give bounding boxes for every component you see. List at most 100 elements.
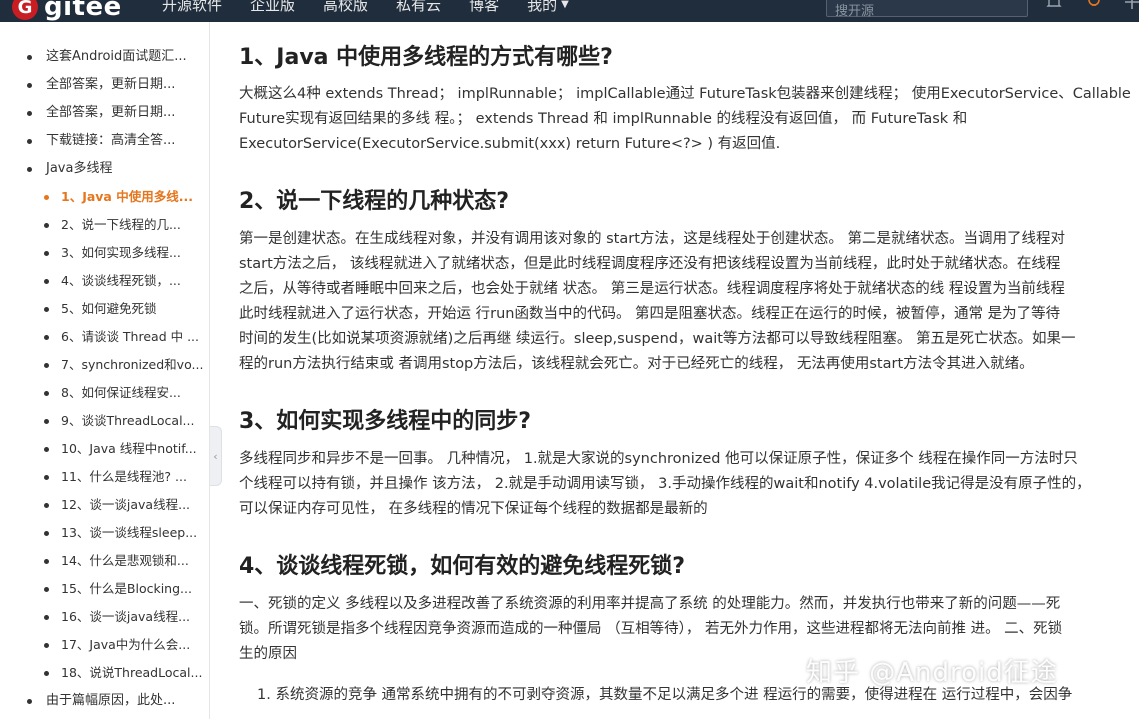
bullet-dot-icon <box>44 279 49 284</box>
toc-item[interactable]: 11、什么是线程池? ... <box>0 463 209 491</box>
gitee-logo-text: gitee <box>44 0 122 22</box>
body-line: 可以保证内存可见性， 在多线程的情况下保证每个线程的数据都是最新的 <box>239 501 708 517</box>
bullet-dot-icon <box>44 531 49 536</box>
article-content: 1、Java 中使用多线程的方式有哪些? 大概这么4种 extends Thre… <box>239 22 1139 719</box>
toc-list: 这套Android面试题汇... 全部答案，更新日期... 全部答案，更新日期...… <box>0 22 209 715</box>
body-line: 一、死锁的定义 多线程以及多进程改善了系统资源的利用率并提高了系统 的处理能力。… <box>239 596 1061 612</box>
toc-item[interactable]: 这套Android面试题汇... <box>0 43 209 71</box>
bullet-dot-icon <box>44 559 49 564</box>
toc-item[interactable]: 15、什么是Blocking... <box>0 575 209 603</box>
body-line: 此时线程就进入了运行状态，开始运 行run函数当中的代码。 第四是阻塞状态。线程… <box>239 306 1061 322</box>
toc-item[interactable]: 7、synchronized和vo... <box>0 351 209 379</box>
bullet-dot-icon <box>44 419 49 424</box>
toc-item[interactable]: 16、谈一谈java线程... <box>0 603 209 631</box>
sidebar-collapse-toggle[interactable]: ‹ <box>210 426 222 486</box>
body-line: start方法之后， 该线程就进入了就绪状态，但是此时线程调度程序还没有把该线程… <box>239 256 1061 272</box>
bullet-dot-icon <box>27 55 32 60</box>
toc-item-label: 7、synchronized和vo... <box>61 357 204 372</box>
toc-item[interactable]: 8、如何保证线程安... <box>0 379 209 407</box>
toc-item-label: 2、说一下线程的几... <box>61 217 181 232</box>
chevron-down-icon: ▼ <box>561 0 569 10</box>
toc-item-label: 12、谈一谈java线程... <box>61 497 191 512</box>
bullet-dot-icon <box>44 335 49 340</box>
toc-item[interactable]: 由于篇幅原因，此处... <box>0 687 209 715</box>
toc-item[interactable]: 13、谈一谈线程sleep... <box>0 519 209 547</box>
toc-item[interactable]: 全部答案，更新日期... <box>0 71 209 99</box>
toc-item[interactable]: 3、如何实现多线程... <box>0 239 209 267</box>
nav-blog[interactable]: 博客 <box>469 0 499 15</box>
top-navigation-bar: G gitee 开源软件 企业版 高校版 私有云 博客 我的 ▼ 搜开源 <box>0 0 1139 22</box>
bullet-dot-icon <box>44 363 49 368</box>
section-body-1: 大概这么4种 extends Thread； implRunnable； imp… <box>239 82 1139 157</box>
toc-sidebar: 这套Android面试题汇... 全部答案，更新日期... 全部答案，更新日期...… <box>0 22 210 719</box>
section-body-3: 多线程同步和异步不是一回事。 几种情况， 1.就是大家说的synchronize… <box>239 447 1139 522</box>
bullet-dot-icon <box>44 307 49 312</box>
toc-item-label: 9、谈谈ThreadLocal... <box>61 413 195 428</box>
bullet-dot-icon <box>44 447 49 452</box>
toc-item[interactable]: 2、说一下线程的几... <box>0 211 209 239</box>
zhihu-watermark: 知乎 @Android征途 <box>806 658 1058 688</box>
lightbulb-icon[interactable] <box>1086 0 1102 14</box>
bullet-dot-icon <box>44 587 49 592</box>
nav-mine[interactable]: 我的 ▼ <box>527 0 569 15</box>
toc-item-label: 15、什么是Blocking... <box>61 581 192 596</box>
body-line: 多线程同步和异步不是一回事。 几种情况， 1.就是大家说的synchronize… <box>239 451 1078 467</box>
bullet-dot-icon <box>44 643 49 648</box>
nav-open-source[interactable]: 开源软件 <box>162 0 222 15</box>
body-line: 第一是创建状态。在生成线程对象，并没有调用该对象的 start方法，这是线程处于… <box>239 231 1065 247</box>
toc-item[interactable]: 17、Java中为什么会... <box>0 631 209 659</box>
bullet-dot-icon <box>44 251 49 256</box>
gitee-logo[interactable]: G gitee <box>12 0 122 22</box>
bullet-dot-icon <box>27 111 32 116</box>
section-title-1: 1、Java 中使用多线程的方式有哪些? <box>239 45 613 70</box>
toc-item[interactable]: 18、说说ThreadLocal... <box>0 659 209 687</box>
chevron-left-icon: ‹ <box>213 449 218 463</box>
nav-mine-label: 我的 <box>527 0 558 14</box>
bullet-dot-icon <box>27 167 32 172</box>
nav-private-cloud[interactable]: 私有云 <box>396 0 441 15</box>
plus-icon[interactable] <box>1124 0 1139 14</box>
section-body-2: 第一是创建状态。在生成线程对象，并没有调用该对象的 start方法，这是线程处于… <box>239 227 1139 377</box>
toc-item-label: 11、什么是线程池? ... <box>61 469 187 484</box>
section-title-2: 2、说一下线程的几种状态? <box>239 189 510 214</box>
bullet-dot-icon <box>44 223 49 228</box>
toc-item[interactable]: 5、如何避免死锁 <box>0 295 209 323</box>
toc-item[interactable]: 下载链接：高清全答... <box>0 127 209 155</box>
gitee-logo-icon: G <box>12 0 38 20</box>
toc-item-label: 1、Java 中使用多线... <box>61 189 193 204</box>
nav-enterprise[interactable]: 企业版 <box>250 0 295 15</box>
toc-item[interactable]: 9、谈谈ThreadLocal... <box>0 407 209 435</box>
toc-item[interactable]: 14、什么是悲观锁和... <box>0 547 209 575</box>
toc-item[interactable]: 全部答案，更新日期... <box>0 99 209 127</box>
toc-item-label: 全部答案，更新日期... <box>46 105 176 120</box>
body-line: Future实现有返回结果的多线 程。； extends Thread 和 im… <box>239 111 968 127</box>
bullet-dot-icon <box>44 391 49 396</box>
bullet-dot-icon <box>27 139 32 144</box>
toc-item-label: 18、说说ThreadLocal... <box>61 665 203 680</box>
toc-item[interactable]: 1、Java 中使用多线... <box>0 183 209 211</box>
body-line: 锁。所谓死锁是指多个线程因竞争资源而造成的一种僵局 （互相等待）， 若无外力作用… <box>239 621 1063 637</box>
toc-item-label: 这套Android面试题汇... <box>46 49 187 64</box>
bell-icon[interactable] <box>1046 0 1062 14</box>
toc-item[interactable]: 6、请谈谈 Thread 中 ... <box>0 323 209 351</box>
bullet-dot-icon <box>27 83 32 88</box>
bullet-dot-icon <box>44 503 49 508</box>
toc-item[interactable]: 10、Java 线程中notif... <box>0 435 209 463</box>
bullet-dot-icon <box>44 475 49 480</box>
toc-item[interactable]: 12、谈一谈java线程... <box>0 491 209 519</box>
toc-item[interactable]: 4、谈谈线程死锁，... <box>0 267 209 295</box>
search-input[interactable]: 搜开源 <box>826 0 1028 19</box>
nav-university[interactable]: 高校版 <box>323 0 368 15</box>
section-title-4: 4、谈谈线程死锁，如何有效的避免线程死锁? <box>239 554 686 579</box>
main-nav: 开源软件 企业版 高校版 私有云 博客 我的 ▼ <box>162 0 597 15</box>
toc-item-label: 10、Java 线程中notif... <box>61 441 197 456</box>
body-line: 程的run方法执行结束或 者调用stop方法后，该线程就会死亡。对于已经死亡的线… <box>239 356 1034 372</box>
bullet-dot-icon <box>44 195 49 200</box>
body-line: 个线程可以持有锁，并且操作 该方法， 2.就是手动调用读写锁， 3.手动操作线程… <box>239 476 1091 492</box>
toc-item[interactable]: Java多线程 <box>0 155 209 183</box>
toc-item-label: 17、Java中为什么会... <box>61 637 191 652</box>
toc-item-label: 3、如何实现多线程... <box>61 245 181 260</box>
body-line: 之后，从等待或者睡眠中回来之后，也会处于就绪 状态。 第三是运行状态。线程调度程… <box>239 281 1065 297</box>
body-line: ExecutorService(ExecutorService.submit(x… <box>239 136 781 152</box>
toc-item-label: 由于篇幅原因，此处... <box>46 693 176 708</box>
